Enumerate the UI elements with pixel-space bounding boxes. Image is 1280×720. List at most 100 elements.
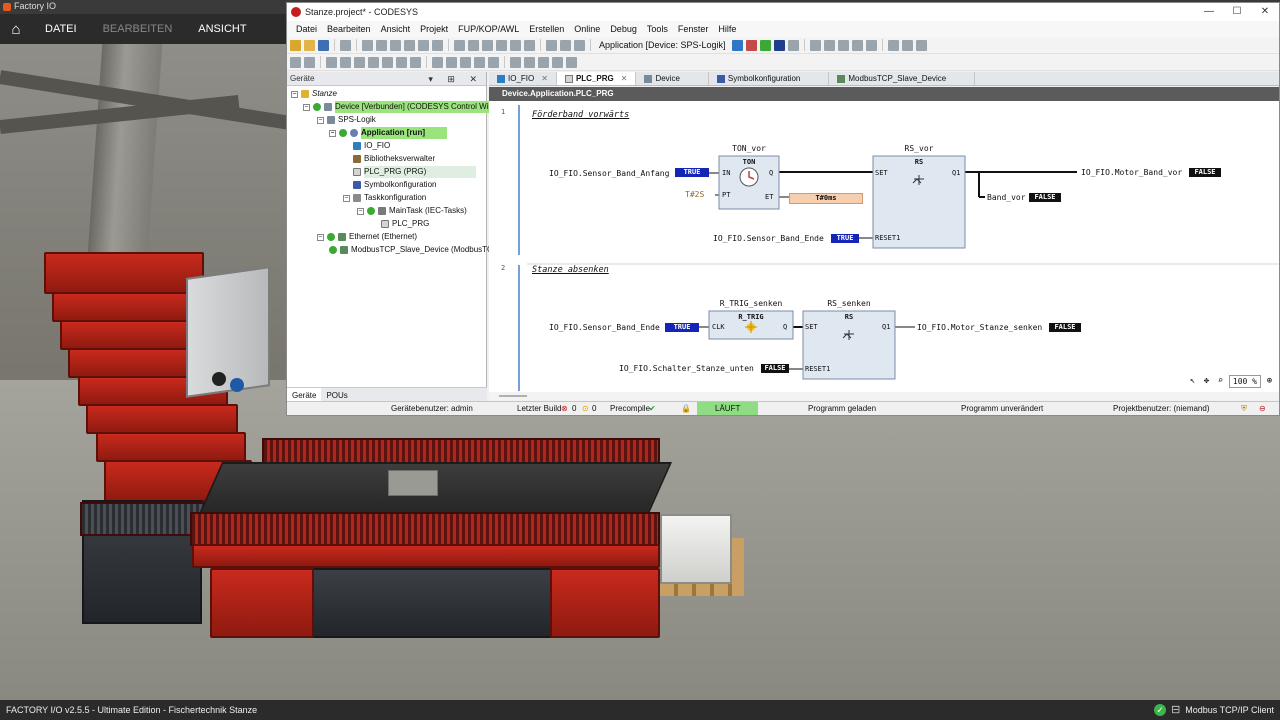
write-values-icon[interactable] bbox=[887, 39, 899, 51]
fbd-box-icon[interactable] bbox=[340, 56, 351, 68]
breakpoint-icon[interactable] bbox=[865, 39, 877, 51]
copy-icon[interactable] bbox=[404, 39, 415, 51]
login-icon[interactable] bbox=[731, 39, 743, 51]
fbd-jump-icon[interactable] bbox=[396, 56, 407, 68]
tab-geraete[interactable]: Geräte bbox=[287, 388, 322, 402]
fbd-box-icon[interactable] bbox=[326, 56, 337, 68]
fbd-editor[interactable]: 1 2 Förderband vorwärts IO_FIO.Sensor_Ba… bbox=[489, 101, 1279, 392]
driver-settings-icon[interactable]: ⊟ bbox=[1171, 700, 1180, 720]
fbd-output-icon[interactable] bbox=[446, 56, 457, 68]
warning-icon[interactable]: ⊙ bbox=[582, 402, 589, 415]
menu-projekt[interactable]: Projekt bbox=[415, 21, 453, 37]
pointer-icon[interactable]: ↖ bbox=[1187, 376, 1198, 387]
redo-icon[interactable] bbox=[376, 39, 387, 51]
error-icon[interactable]: ⊗ bbox=[561, 402, 568, 415]
device-tree[interactable]: – Stanze – Device [Verbunden] (CODESYS C… bbox=[287, 86, 505, 398]
fbd-network-icon[interactable] bbox=[290, 56, 301, 68]
build-icon[interactable] bbox=[546, 39, 557, 51]
stop-icon[interactable] bbox=[773, 39, 785, 51]
tab-plc-prg[interactable]: PLC_PRG ✕ bbox=[556, 72, 637, 86]
input-variable[interactable]: IO_FIO.Schalter_Stanze_unten bbox=[619, 364, 754, 373]
menu-ansicht[interactable]: ANSICHT bbox=[185, 14, 259, 44]
collapse-icon[interactable]: – bbox=[291, 90, 298, 98]
output-variable[interactable]: Band_vor bbox=[987, 193, 1026, 202]
panel-controls[interactable]: ▾ ⊞ ✕ bbox=[428, 72, 483, 86]
menu-fup-kop-awl[interactable]: FUP/KOP/AWL bbox=[453, 21, 524, 37]
tree-item-modbus-slave[interactable]: ModbusTCP_Slave_Device (ModbusTC bbox=[329, 244, 493, 256]
input-variable[interactable]: IO_FIO.Sensor_Band_Anfang bbox=[549, 169, 669, 178]
tree-item-bibliotheksverwalter[interactable]: Bibliotheksverwalter bbox=[353, 153, 435, 165]
save-icon[interactable] bbox=[318, 39, 329, 51]
fbd-input-icon[interactable] bbox=[432, 56, 443, 68]
ld-contact-icon[interactable] bbox=[524, 56, 535, 68]
close-tab-icon[interactable]: ✕ bbox=[621, 72, 628, 86]
ld-coil-icon[interactable] bbox=[538, 56, 549, 68]
tree-item-task-plc-prg[interactable]: PLC_PRG bbox=[381, 218, 429, 230]
fbd-assign-icon[interactable] bbox=[382, 56, 393, 68]
start-icon[interactable] bbox=[759, 39, 771, 51]
menu-ansicht[interactable]: Ansicht bbox=[376, 21, 416, 37]
constant-value[interactable]: T#2S bbox=[685, 190, 704, 199]
codesys-titlebar[interactable]: Stanze.project* - CODESYS — ☐ ✕ bbox=[287, 3, 1279, 21]
menu-bearbeiten[interactable]: Bearbeiten bbox=[322, 21, 376, 37]
editor-scrollbar[interactable] bbox=[489, 392, 1279, 400]
rebuild-icon[interactable] bbox=[560, 39, 571, 51]
find-icon[interactable] bbox=[454, 39, 465, 51]
tree-item-application[interactable]: – Application [run] bbox=[329, 127, 447, 139]
collapse-icon[interactable]: – bbox=[343, 194, 350, 202]
tree-item-taskkonfiguration[interactable]: – Taskkonfiguration bbox=[343, 192, 426, 204]
menu-tools[interactable]: Tools bbox=[642, 21, 673, 37]
minimize-icon[interactable]: — bbox=[1195, 3, 1223, 21]
tree-item-symbolkonfiguration[interactable]: Symbolkonfiguration bbox=[353, 179, 436, 191]
zoom-fit-icon[interactable]: ⊕ bbox=[1264, 376, 1275, 387]
bookmark-icon[interactable] bbox=[524, 39, 535, 51]
fbd-network-icon[interactable] bbox=[304, 56, 315, 68]
replace-icon[interactable] bbox=[468, 39, 479, 51]
breakpoint-icon[interactable] bbox=[851, 39, 863, 51]
collapse-icon[interactable]: – bbox=[317, 116, 324, 124]
reset-icon[interactable] bbox=[787, 39, 799, 51]
pan-icon[interactable]: ✥ bbox=[1201, 376, 1212, 387]
fbd-negate-icon[interactable] bbox=[460, 56, 471, 68]
tree-item-stanze[interactable]: – Stanze bbox=[291, 88, 337, 100]
tree-item-maintask[interactable]: – MainTask (IEC-Tasks) bbox=[357, 205, 467, 217]
bookmark-icon[interactable] bbox=[510, 39, 521, 51]
menu-datei[interactable]: DATEI bbox=[32, 14, 90, 44]
fbd-box-icon[interactable] bbox=[368, 56, 379, 68]
logout-icon[interactable] bbox=[745, 39, 757, 51]
new-file-icon[interactable] bbox=[290, 39, 301, 51]
step-into-icon[interactable] bbox=[823, 39, 835, 51]
tree-item-ethernet[interactable]: – Ethernet (Ethernet) bbox=[317, 231, 417, 243]
menu-fenster[interactable]: Fenster bbox=[673, 21, 714, 37]
security-icon[interactable]: ⛨ bbox=[1241, 402, 1247, 415]
bookmark-icon[interactable] bbox=[496, 39, 507, 51]
tree-item-io-fio[interactable]: IO_FIO bbox=[353, 140, 390, 152]
collapse-icon[interactable]: – bbox=[303, 103, 310, 111]
fbd-box-icon[interactable] bbox=[354, 56, 365, 68]
output-variable[interactable]: IO_FIO.Motor_Band_vor bbox=[1081, 168, 1182, 177]
active-application[interactable]: Application [Device: SPS-Logik] bbox=[595, 40, 730, 50]
collapse-icon[interactable]: – bbox=[357, 207, 364, 215]
tab-io-fio[interactable]: IO_FIO ✕ bbox=[489, 72, 557, 85]
input-variable[interactable]: IO_FIO.Sensor_Band_Ende bbox=[549, 323, 660, 332]
maximize-icon[interactable]: ☐ bbox=[1223, 3, 1251, 21]
unforce-icon[interactable] bbox=[915, 39, 927, 51]
collapse-icon[interactable]: – bbox=[329, 129, 336, 137]
input-variable[interactable]: IO_FIO.Sensor_Band_Ende bbox=[713, 234, 824, 243]
tab-pous[interactable]: POUs bbox=[321, 388, 352, 402]
close-icon[interactable]: ✕ bbox=[1251, 3, 1279, 21]
fbd-return-icon[interactable] bbox=[410, 56, 421, 68]
undo-icon[interactable] bbox=[362, 39, 373, 51]
codesys-window[interactable]: Stanze.project* - CODESYS — ☐ ✕ Datei Be… bbox=[286, 2, 1280, 416]
step-out-icon[interactable] bbox=[837, 39, 849, 51]
bookmark-icon[interactable] bbox=[482, 39, 493, 51]
menu-erstellen[interactable]: Erstellen bbox=[524, 21, 569, 37]
close-tab-icon[interactable]: ✕ bbox=[541, 72, 548, 86]
paste-icon[interactable] bbox=[418, 39, 429, 51]
tab-symbolkonfiguration[interactable]: Symbolkonfiguration bbox=[709, 72, 830, 85]
menu-online[interactable]: Online bbox=[569, 21, 605, 37]
lock-icon[interactable]: 🔒 bbox=[681, 402, 691, 415]
fbd-reset-icon[interactable] bbox=[488, 56, 499, 68]
tab-modbus-slave[interactable]: ModbusTCP_Slave_Device bbox=[829, 72, 976, 85]
force-values-icon[interactable] bbox=[901, 39, 913, 51]
